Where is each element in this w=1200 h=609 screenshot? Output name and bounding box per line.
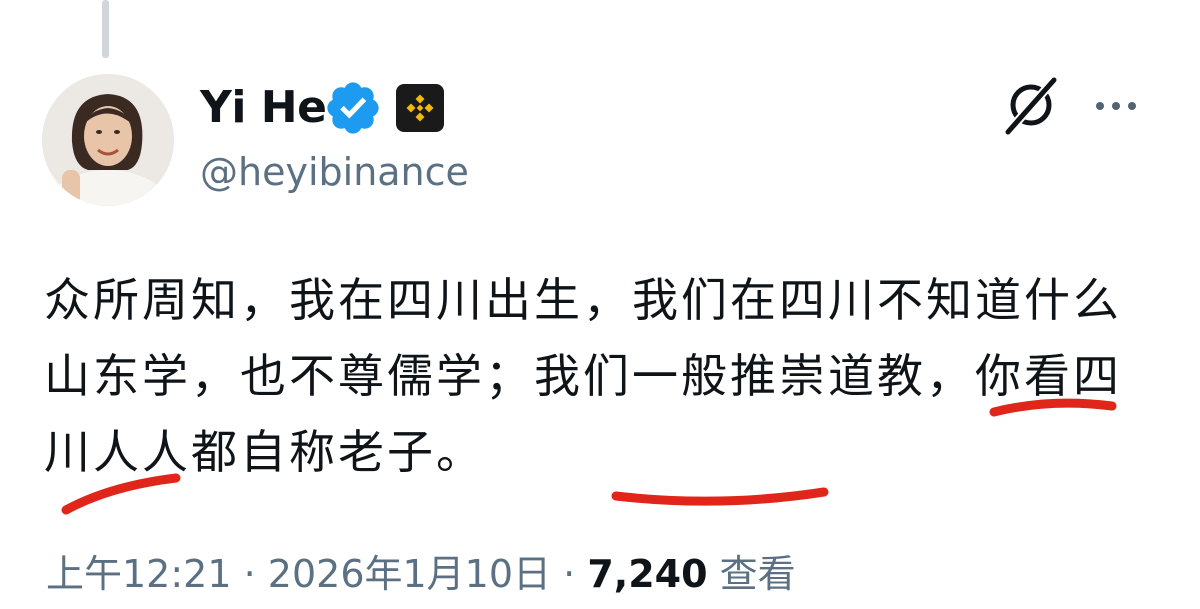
underline-stroke-laozi (611, 487, 829, 506)
views-count[interactable]: 7,240 (587, 552, 707, 596)
meta-separator: · (563, 552, 576, 596)
meta-separator: · (243, 552, 256, 596)
views-label: 查看 (719, 552, 796, 596)
tweet-text: 众所周知，我在四川出生，我们在四川不知道什么山东学，也不尊儒学；我们一般推崇道教… (44, 273, 1122, 479)
binance-logo-glyph (406, 94, 434, 122)
more-horizontal-icon[interactable] (1088, 88, 1144, 124)
tweet-time[interactable]: 上午12:21 (46, 552, 232, 596)
avatar[interactable] (42, 74, 174, 206)
display-name[interactable]: Yi He (200, 80, 327, 136)
tweet-metadata: 上午12:21 · 2026年1月10日 · 7,240 查看 (46, 548, 796, 600)
avatar-image (42, 74, 174, 206)
binance-logo-icon[interactable] (396, 84, 444, 132)
grok-icon[interactable] (1000, 74, 1062, 136)
thread-connector-line (102, 0, 109, 58)
verified-badge-icon[interactable] (323, 78, 383, 138)
tweet-date[interactable]: 2026年1月10日 (268, 552, 551, 596)
author-handle[interactable]: @heyibinance (200, 146, 469, 198)
